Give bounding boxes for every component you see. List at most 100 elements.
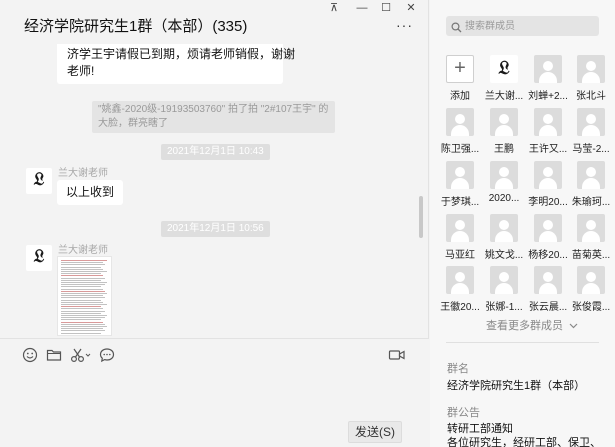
member-name: 王许又... (528, 144, 568, 155)
plus-icon: + (446, 55, 474, 83)
folder-icon[interactable] (46, 347, 64, 365)
spreadsheet-row-line (61, 262, 103, 264)
chat-title: 经济学院研究生1群（本部）(335) (24, 18, 248, 35)
input-area[interactable]: 发送(S) (0, 338, 429, 447)
message-bubble[interactable]: 以上收到 (57, 180, 124, 205)
member-item[interactable]: 2020... (484, 161, 524, 211)
member-item[interactable]: 陈卫强... (440, 108, 480, 158)
member-name: 朱瑜珂... (571, 197, 611, 208)
search-icon (451, 20, 462, 38)
default-avatar-icon (534, 214, 562, 242)
scrollbar-thumb[interactable] (419, 196, 423, 238)
chat-bubble-icon[interactable] (99, 347, 117, 365)
default-avatar-icon (446, 266, 474, 294)
maximize-window-button[interactable]: ☐ (376, 1, 396, 15)
sender-avatar[interactable]: 𝔏 (26, 168, 52, 194)
group-notice-label: 群公告 (447, 407, 480, 419)
spreadsheet-row-line (61, 288, 103, 290)
member-name: 张俊霞... (571, 302, 611, 313)
spreadsheet-row-line (61, 326, 107, 327)
default-avatar-icon (534, 55, 562, 83)
scissors-icon[interactable] (70, 347, 92, 365)
message-list[interactable]: 济学王宇请假已到期，烦请老师销假，谢谢 老师! "姚鑫-2020级-191935… (0, 44, 429, 338)
member-item[interactable]: 张俊霞... (571, 266, 611, 316)
close-window-button[interactable]: ✕ (401, 1, 421, 15)
spreadsheet-row-line (61, 290, 105, 292)
minimize-window-button[interactable]: — (352, 1, 372, 15)
member-item[interactable]: 朱瑜珂... (571, 161, 611, 211)
group-notice-line[interactable]: 各位研究生，经研工部、保卫、 (447, 434, 601, 447)
more-options-button[interactable]: ··· (396, 17, 413, 33)
default-avatar-icon (446, 108, 474, 136)
member-item[interactable]: 张娜-1... (484, 266, 524, 316)
pin-window-button[interactable]: ⊼ (324, 1, 344, 15)
spreadsheet-row-line (61, 321, 103, 323)
default-avatar-icon (446, 161, 474, 189)
spreadsheet-row-line (61, 301, 103, 303)
calligraphy-avatar-icon: 𝔏 (33, 169, 45, 190)
spreadsheet-row-line (61, 312, 101, 314)
member-name: 王徽20... (440, 302, 480, 313)
default-avatar-icon (577, 161, 605, 189)
member-item[interactable]: 苗菊英... (571, 214, 611, 264)
default-avatar-icon (577, 108, 605, 136)
smile-icon[interactable] (22, 347, 40, 365)
member-name: 李明20... (528, 197, 568, 208)
member-item[interactable]: 王许又... (528, 108, 568, 158)
member-name: 张北斗 (576, 91, 606, 102)
member-panel: + 添加 𝔏 兰大谢... 刘蝉+2... 张北斗陈卫强... 王鹏 王许又... 马莹-2..… (430, 0, 615, 447)
spreadsheet-row-line (61, 279, 101, 281)
member-item[interactable]: 姚文戈... (484, 214, 524, 264)
message-bubble[interactable]: 济学王宇请假已到期，烦请老师销假，谢谢 老师! (57, 44, 295, 84)
member-search-box[interactable] (446, 16, 599, 36)
member-item[interactable]: 张云晨... (528, 266, 568, 316)
member-search-input[interactable] (465, 16, 595, 36)
spreadsheet-row-line (61, 330, 105, 332)
spreadsheet-row-line (61, 293, 107, 294)
default-avatar-icon (490, 108, 518, 136)
timestamp: 2021年12月1日 10:56 (161, 221, 270, 237)
spreadsheet-row-line (61, 266, 101, 268)
spreadsheet-row-line (61, 260, 107, 261)
member-name: 王鹏 (494, 144, 514, 155)
member-item[interactable]: 𝔏 兰大谢... (484, 55, 524, 105)
group-name-value[interactable]: 经济学院研究生1群（本部） (447, 377, 585, 393)
spreadsheet-row-line (61, 286, 101, 288)
member-item[interactable]: 杨移20... (528, 214, 568, 264)
send-button[interactable]: 发送(S) (348, 421, 402, 443)
member-name: 兰大谢... (484, 91, 524, 102)
sender-avatar[interactable]: 𝔏 (26, 245, 52, 271)
spreadsheet-file-thumbnail[interactable] (57, 256, 112, 336)
spreadsheet-row-line (61, 323, 105, 325)
member-item[interactable]: 马亚红 (440, 214, 480, 264)
member-item[interactable]: 王鹏 (484, 108, 524, 158)
spreadsheet-row-line (61, 304, 107, 305)
member-name: 姚文戈... (484, 250, 524, 261)
default-avatar-icon (534, 161, 562, 189)
spreadsheet-row-line (61, 310, 105, 312)
member-name: 马亚红 (445, 250, 475, 261)
default-avatar-icon (490, 214, 518, 242)
spreadsheet-row-line (61, 317, 105, 319)
spreadsheet-row-line (61, 275, 103, 277)
message-line: 老师! (67, 64, 95, 78)
spreadsheet-row-line (61, 273, 101, 275)
video-call-icon[interactable] (388, 347, 406, 365)
default-avatar-icon (490, 266, 518, 294)
member-item[interactable]: 张北斗 (571, 55, 611, 105)
member-item[interactable]: 李明20... (528, 161, 568, 211)
member-item[interactable]: 刘蝉+2... (528, 55, 568, 105)
default-avatar-icon (577, 266, 605, 294)
member-item[interactable]: 王徽20... (440, 266, 480, 316)
system-notice-line: "姚鑫-2020级-19193503760" 拍了拍 "2#107王宇" 的 (98, 104, 329, 115)
member-item[interactable]: 马莹-2... (571, 108, 611, 158)
add-member-button[interactable]: + 添加 (440, 55, 480, 105)
member-name: 2020... (488, 193, 520, 204)
member-item[interactable]: 于梦琪... (440, 161, 480, 211)
view-more-members-link[interactable]: 查看更多群成员 (486, 317, 578, 333)
spreadsheet-row-line (61, 297, 105, 299)
member-name: 添加 (450, 91, 470, 102)
calligraphy-avatar-icon: 𝔏 (33, 246, 45, 267)
message-text: 以上收到 (66, 185, 115, 199)
spreadsheet-row-line (61, 264, 105, 266)
